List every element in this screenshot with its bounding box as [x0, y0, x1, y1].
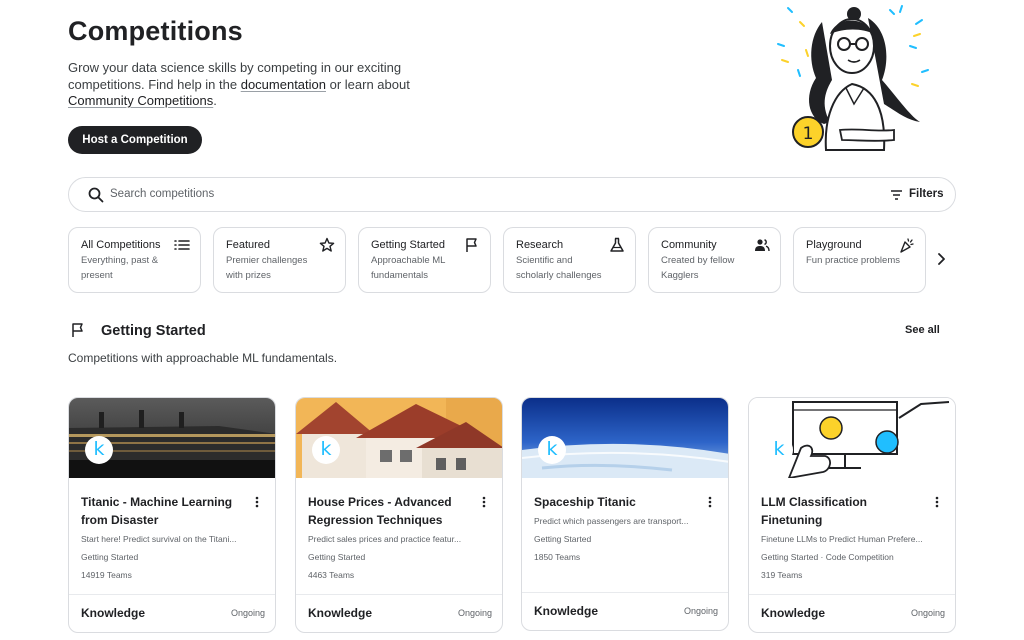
competition-status: Ongoing	[910, 608, 945, 618]
chevron-right-icon[interactable]	[934, 251, 948, 267]
competition-teams: 1850 Teams	[534, 552, 581, 562]
card-footer: Knowledge Ongoing	[69, 594, 275, 632]
competition-status: Ongoing	[230, 608, 265, 618]
filters-button[interactable]: Filters	[909, 188, 944, 200]
competition-type: Knowledge	[761, 606, 826, 620]
category-description: Everything, past & present	[81, 255, 159, 281]
kaggle-badge: k	[312, 436, 340, 464]
see-all-link[interactable]: See all	[905, 324, 940, 336]
competition-name[interactable]: House Prices - Advanced Regression Techn…	[308, 493, 476, 529]
search-bar[interactable]: Search competitions Filters	[68, 177, 956, 212]
category-research[interactable]: Research Scientific and scholarly challe…	[503, 227, 636, 293]
hero-illustration: 1	[777, 5, 929, 151]
more-options-icon[interactable]	[482, 496, 486, 508]
card-footer: Knowledge Ongoing	[296, 594, 502, 632]
more-options-icon[interactable]	[935, 496, 939, 508]
category-community[interactable]: Community Created by fellow Kagglers	[648, 227, 781, 293]
people-icon	[755, 239, 770, 252]
search-icon	[88, 187, 104, 203]
kaggle-badge: k	[538, 436, 566, 464]
category-title: Playground	[806, 239, 862, 251]
category-description: Premier challenges with prizes	[226, 255, 308, 281]
competition-type: Knowledge	[81, 606, 146, 620]
category-getting-started[interactable]: Getting Started Approachable ML fundamen…	[358, 227, 491, 293]
star-icon	[319, 237, 335, 252]
competition-status: Ongoing	[683, 606, 718, 616]
competition-description: Finetune LLMs to Predict Human Prefere..…	[761, 534, 923, 544]
competition-name[interactable]: Titanic - Machine Learning from Disaster	[81, 493, 249, 529]
competition-tags: Getting Started	[534, 534, 592, 544]
more-options-icon[interactable]	[708, 496, 712, 508]
competition-status: Ongoing	[457, 608, 492, 618]
category-description: Created by fellow Kagglers	[661, 255, 735, 281]
card-footer: Knowledge Ongoing	[749, 594, 955, 632]
competition-description: Start here! Predict survival on the Tita…	[81, 534, 237, 544]
host-competition-button[interactable]: Host a Competition	[68, 126, 202, 154]
competition-card-house-prices[interactable]: k House Prices - Advanced Regression Tec…	[295, 397, 503, 633]
community-competitions-link[interactable]: Community Competitions	[68, 93, 213, 108]
category-description: Fun practice problems	[806, 255, 900, 266]
section-description: Competitions with approachable ML fundam…	[68, 351, 338, 365]
hero-coin-label: 1	[803, 124, 814, 144]
page-title: Competitions	[68, 16, 243, 46]
more-options-icon[interactable]	[255, 496, 259, 508]
flask-icon	[610, 237, 624, 252]
competition-card-llm-classification[interactable]: k LLM Classification Finetuning Finetune…	[748, 397, 956, 633]
kaggle-badge: k	[765, 436, 793, 464]
competition-teams: 4463 Teams	[308, 570, 355, 580]
party-popper-icon	[900, 238, 914, 253]
card-footer: Knowledge Ongoing	[522, 592, 728, 630]
competition-name[interactable]: Spaceship Titanic	[534, 493, 702, 511]
category-description: Scientific and scholarly challenges	[516, 255, 602, 281]
category-title: Featured	[226, 239, 271, 251]
competition-teams: 319 Teams	[761, 570, 803, 580]
competition-card-titanic[interactable]: k Titanic - Machine Learning from Disast…	[68, 397, 276, 633]
documentation-link[interactable]: documentation	[241, 77, 326, 92]
competition-teams: 14919 Teams	[81, 570, 132, 580]
category-title: Community	[661, 239, 717, 251]
competition-type: Knowledge	[534, 604, 599, 618]
category-title: All Competitions	[81, 239, 161, 251]
list-icon	[174, 240, 190, 250]
category-all-competitions[interactable]: All Competitions Everything, past & pres…	[68, 227, 201, 293]
competition-tags: Getting Started · Code Competition	[761, 552, 894, 562]
category-title: Research	[516, 239, 564, 251]
category-description: Approachable ML fundamentals	[371, 255, 446, 281]
competition-name[interactable]: LLM Classification Finetuning	[761, 493, 929, 529]
competition-card-spaceship-titanic[interactable]: k Spaceship Titanic Predict which passen…	[521, 397, 729, 631]
flag-icon	[466, 238, 477, 252]
competition-tags: Getting Started	[308, 552, 366, 562]
flag-icon	[72, 323, 83, 337]
competition-type: Knowledge	[308, 606, 373, 620]
competition-description: Predict which passengers are transport..…	[534, 516, 689, 526]
category-featured[interactable]: Featured Premier challenges with prizes	[213, 227, 346, 293]
kaggle-badge: k	[85, 436, 113, 464]
section-title: Getting Started	[101, 323, 206, 339]
category-title: Getting Started	[371, 239, 445, 251]
search-input[interactable]: Search competitions	[110, 188, 214, 200]
competition-tags: Getting Started	[81, 552, 139, 562]
filter-icon[interactable]	[890, 189, 903, 201]
category-playground[interactable]: Playground Fun practice problems	[793, 227, 926, 293]
competition-description: Predict sales prices and practice featur…	[308, 534, 462, 544]
page-intro: Grow your data science skills by competi…	[68, 60, 410, 108]
